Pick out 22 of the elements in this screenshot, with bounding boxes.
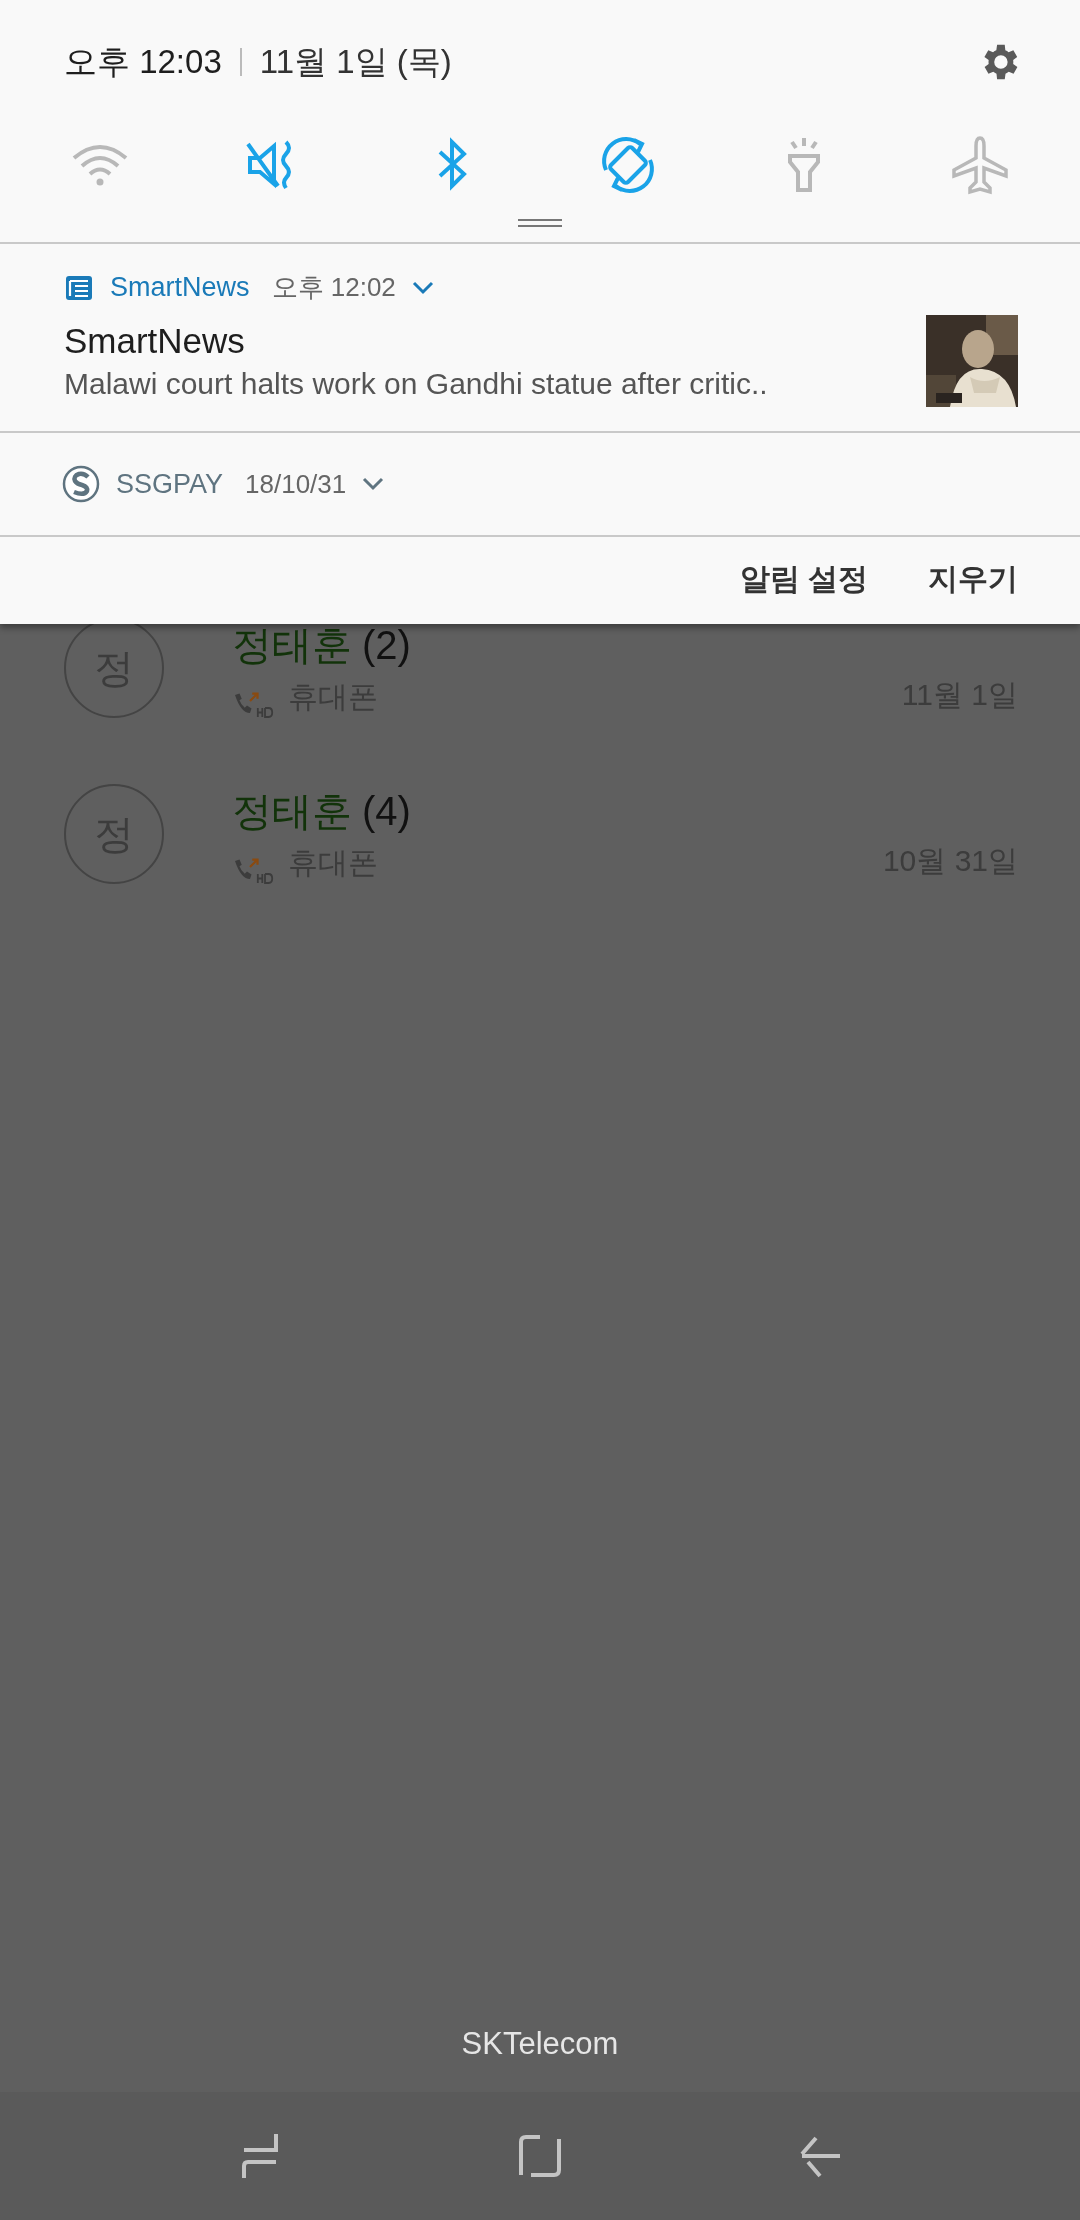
app-name: SSGPAY (116, 468, 224, 500)
letter-s-app-icon (62, 465, 100, 503)
hd-label-icon (256, 873, 274, 884)
carrier-label: SKTelecom (461, 2026, 619, 2063)
clock-time: 오후 12:03 (64, 48, 242, 76)
contact-name: 정태훈 (232, 622, 352, 669)
expand-chevron-icon[interactable] (411, 280, 434, 295)
notification-text: Malawi court halts work on Gandhi statue after critic.. (64, 367, 768, 401)
notification-time: 오후 12:02 (271, 271, 396, 304)
app-name: SmartNews (110, 272, 250, 303)
notification-title: SmartNews (64, 321, 246, 361)
date-label: 11월 1일 (목) (258, 41, 452, 82)
action-button[interactable]: 알림 설정 (739, 555, 868, 604)
home-icon[interactable] (518, 2134, 562, 2178)
call-count: (4) (362, 789, 411, 834)
notification-time: 18/10/31 (245, 468, 347, 500)
contact-name: 정태훈 (232, 788, 352, 835)
drag-handle-icon[interactable] (518, 218, 562, 228)
call-count: (2) (362, 623, 411, 668)
hd-label-icon (256, 707, 274, 718)
action-button[interactable]: 지우기 (928, 555, 1018, 604)
expand-chevron-icon[interactable] (362, 477, 385, 491)
